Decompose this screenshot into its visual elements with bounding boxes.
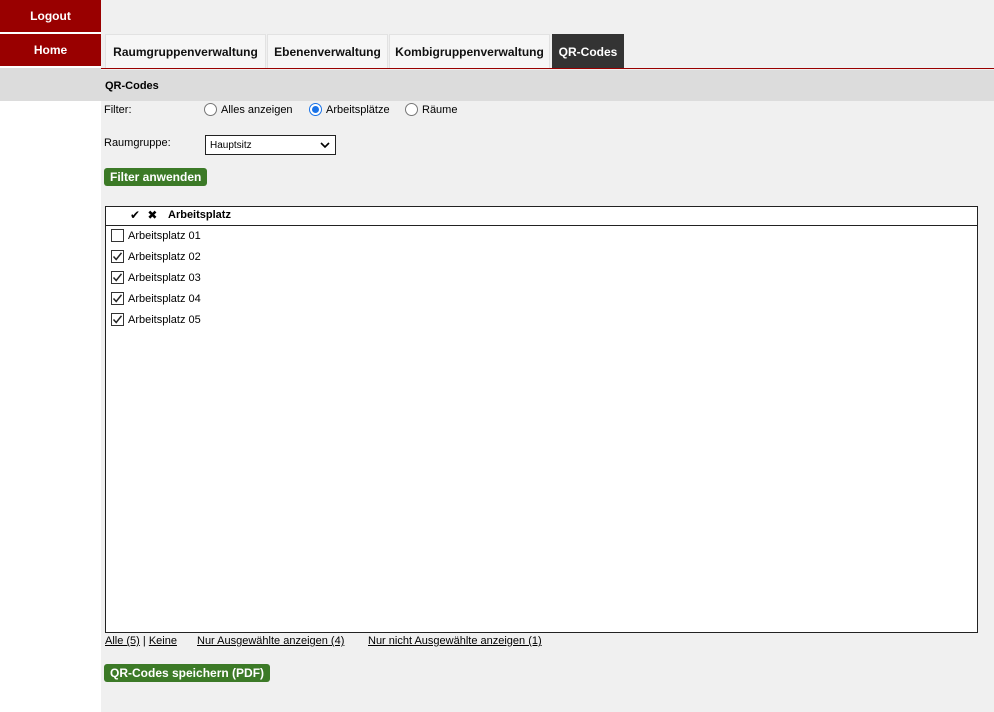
section-title: QR-Codes: [101, 70, 994, 101]
radio-circle[interactable]: [405, 103, 418, 116]
radio-circle[interactable]: [309, 103, 322, 116]
list-item-label: Arbeitsplatz 04: [128, 292, 201, 305]
main-area: Raumgruppenverwaltung Ebenenverwaltung K…: [101, 0, 994, 712]
sidebar: Logout Home: [0, 0, 101, 712]
list-item[interactable]: Arbeitsplatz 01: [111, 229, 201, 242]
raumgruppe-select[interactable]: Hauptsitz: [205, 135, 336, 155]
radio-alles-anzeigen[interactable]: Alles anzeigen: [204, 103, 293, 116]
checkbox[interactable]: [111, 271, 124, 284]
save-qr-pdf-button[interactable]: QR-Codes speichern (PDF): [104, 664, 271, 682]
radio-label: Arbeitsplätze: [326, 103, 390, 116]
list-item-label: Arbeitsplatz 01: [128, 229, 201, 242]
show-selected-wrap: Nur Ausgewählte anzeigen (4): [197, 635, 344, 647]
show-unselected-wrap: Nur nicht Ausgewählte anzeigen (1): [368, 635, 542, 647]
select-all-link[interactable]: Alle (5): [105, 635, 140, 647]
arbeitsplatz-list: ✔ ✖ Arbeitsplatz Arbeitsplatz 01 Arbeits…: [105, 206, 978, 633]
select-none-link[interactable]: Keine: [149, 635, 177, 647]
checkbox[interactable]: [111, 292, 124, 305]
tab-bar: Raumgruppenverwaltung Ebenenverwaltung K…: [101, 34, 994, 69]
list-item[interactable]: Arbeitsplatz 05: [111, 313, 201, 326]
checkbox[interactable]: [111, 313, 124, 326]
checkmark-icon: [112, 315, 123, 324]
tab-raumgruppenverwaltung[interactable]: Raumgruppenverwaltung: [105, 34, 266, 68]
filter-label: Filter:: [104, 104, 132, 116]
tab-kombigruppenverwaltung[interactable]: Kombigruppenverwaltung: [389, 34, 550, 68]
show-selected-link[interactable]: Nur Ausgewählte anzeigen (4): [197, 635, 344, 647]
show-unselected-link[interactable]: Nur nicht Ausgewählte anzeigen (1): [368, 635, 542, 647]
list-item-label: Arbeitsplatz 03: [128, 271, 201, 284]
list-header: ✔ ✖ Arbeitsplatz: [106, 207, 977, 226]
tab-ebenenverwaltung[interactable]: Ebenenverwaltung: [267, 34, 388, 68]
list-item[interactable]: Arbeitsplatz 04: [111, 292, 201, 305]
chevron-down-icon: [320, 142, 330, 149]
select-value: Hauptsitz: [210, 139, 252, 151]
x-icon[interactable]: ✖: [147, 208, 157, 222]
checkmark-icon: [112, 273, 123, 282]
select-links: Alle (5) | Keine: [105, 635, 177, 647]
list-item-label: Arbeitsplatz 02: [128, 250, 201, 263]
filter-apply-button[interactable]: Filter anwenden: [104, 168, 208, 186]
checkmark-icon: [112, 252, 123, 261]
list-item[interactable]: Arbeitsplatz 03: [111, 271, 201, 284]
list-item[interactable]: Arbeitsplatz 02: [111, 250, 201, 263]
checkbox[interactable]: [111, 250, 124, 263]
checkbox[interactable]: [111, 229, 124, 242]
link-separator: |: [142, 635, 146, 647]
radio-circle[interactable]: [204, 103, 217, 116]
home-button[interactable]: Home: [0, 34, 101, 66]
check-icon[interactable]: ✔: [130, 208, 140, 222]
radio-arbeitsplaetze[interactable]: Arbeitsplätze: [309, 103, 390, 116]
radio-raeume[interactable]: Räume: [405, 103, 457, 116]
logout-button[interactable]: Logout: [0, 0, 101, 32]
tab-qr-codes[interactable]: QR-Codes: [552, 34, 624, 68]
checkmark-icon: [112, 294, 123, 303]
list-header-title: Arbeitsplatz: [168, 209, 231, 221]
select-all-icons: ✔ ✖: [130, 208, 157, 222]
radio-label: Alles anzeigen: [221, 103, 293, 116]
raumgruppe-label: Raumgruppe:: [104, 137, 171, 149]
list-item-label: Arbeitsplatz 05: [128, 313, 201, 326]
radio-label: Räume: [422, 103, 458, 116]
sidebar-spacer: [0, 68, 101, 101]
